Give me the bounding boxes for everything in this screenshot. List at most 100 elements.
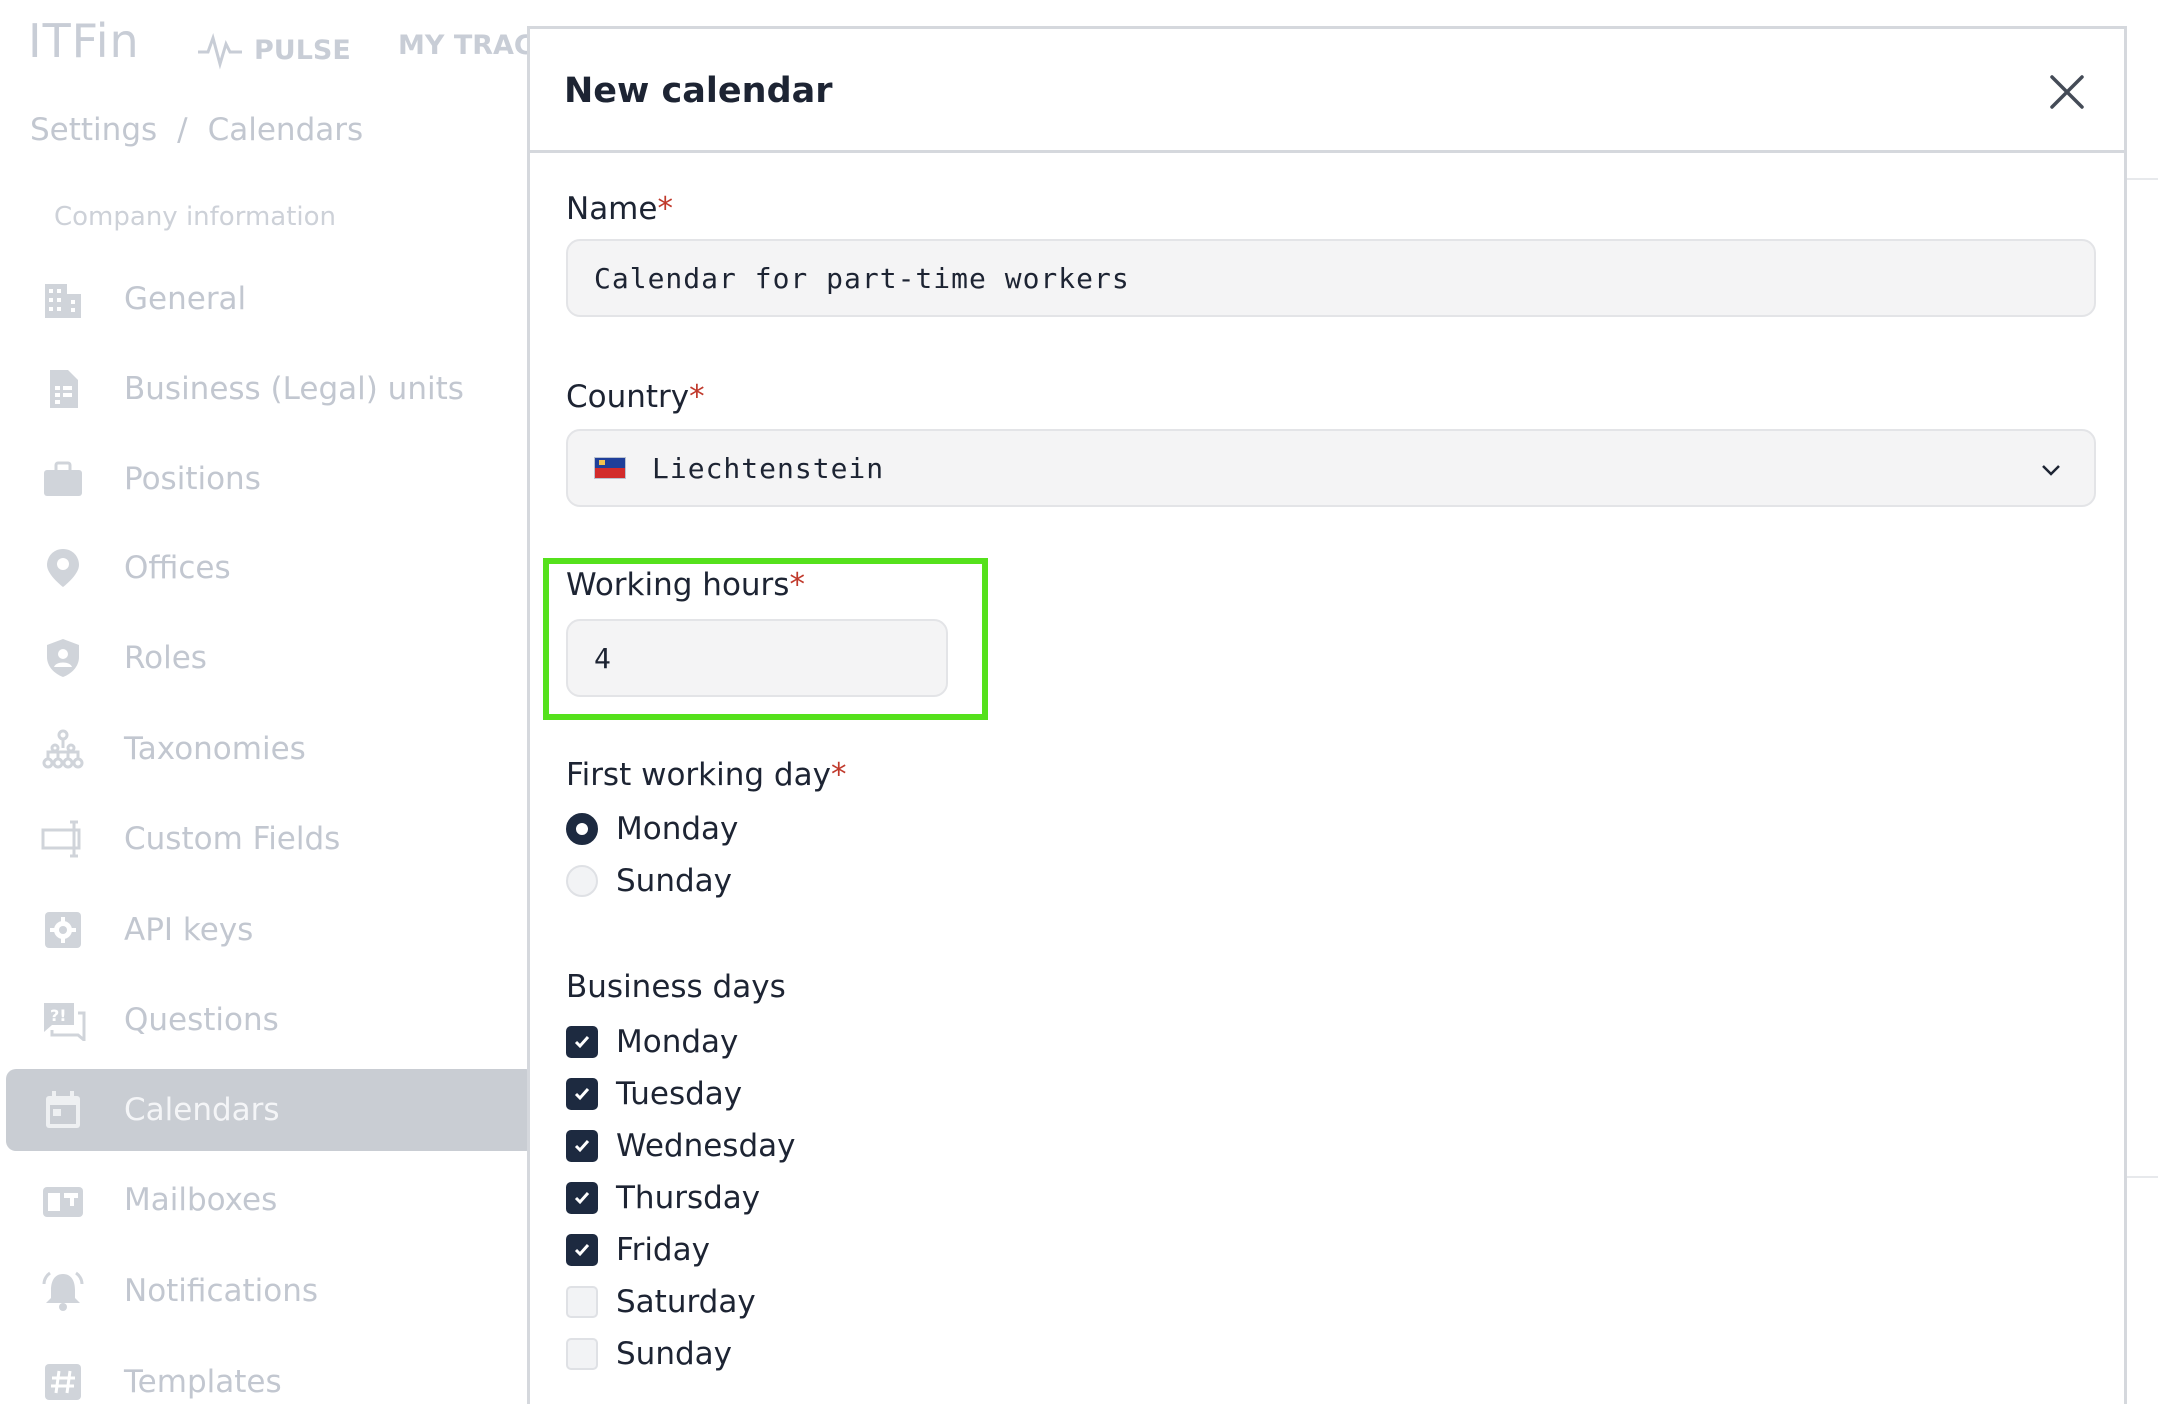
briefcase-icon: [40, 456, 86, 502]
sidebar-item-custom-fields[interactable]: Custom Fields: [6, 798, 536, 880]
close-button[interactable]: [2044, 69, 2090, 115]
sidebar-item-label: Offices: [124, 550, 231, 586]
sidebar-item-label: Calendars: [124, 1092, 280, 1128]
business-days-label: Business days: [566, 969, 786, 1005]
checkbox-label: Monday: [616, 1024, 739, 1060]
checkbox-checked[interactable]: [566, 1130, 598, 1162]
sidebar-item-label: Questions: [124, 1002, 279, 1038]
modal-title: New calendar: [564, 71, 833, 111]
sidebar-item-notifications[interactable]: Notifications: [6, 1250, 536, 1332]
gear-key-icon: [40, 907, 86, 953]
radio-first-day-monday[interactable]: Monday: [566, 809, 738, 849]
sidebar-item-positions[interactable]: Positions: [6, 438, 536, 520]
working-hours-label: Working hours*: [566, 567, 805, 603]
sidebar-item-label: Custom Fields: [124, 821, 341, 857]
required-mark: *: [657, 191, 673, 227]
radio-button-selected[interactable]: [566, 813, 598, 845]
checkbox-sunday[interactable]: Sunday: [566, 1334, 732, 1374]
checkbox-saturday[interactable]: Saturday: [566, 1282, 756, 1322]
document-icon: [40, 366, 86, 412]
sidebar-item-general[interactable]: General: [6, 258, 536, 340]
radio-label: Sunday: [616, 863, 732, 899]
radio-button[interactable]: [566, 865, 598, 897]
checkmark-icon: [574, 1088, 590, 1101]
sidebar-item-label: Taxonomies: [124, 731, 306, 767]
sidebar-item-taxonomies[interactable]: Taxonomies: [6, 708, 536, 790]
chevron-down-icon: [2042, 465, 2060, 476]
liechtenstein-flag-icon: [594, 457, 626, 479]
required-mark: *: [689, 379, 705, 415]
required-mark: *: [830, 757, 847, 793]
hash-icon: [40, 1359, 86, 1404]
checkbox-wednesday[interactable]: Wednesday: [566, 1126, 795, 1166]
sidebar-item-label: Templates: [124, 1364, 282, 1400]
sidebar-item-roles[interactable]: Roles: [6, 617, 536, 699]
sidebar-item-mailboxes[interactable]: Mailboxes: [6, 1159, 536, 1241]
breadcrumb: Settings / Calendars: [30, 112, 363, 148]
checkbox-friday[interactable]: Friday: [566, 1230, 710, 1270]
shield-user-icon: [40, 635, 86, 681]
sidebar-item-label: Mailboxes: [124, 1182, 278, 1218]
required-mark: *: [789, 567, 805, 603]
hierarchy-icon: [40, 726, 86, 772]
checkbox-label: Thursday: [616, 1180, 761, 1216]
sidebar-item-label: Notifications: [124, 1273, 319, 1309]
settings-sidebar: Company information General Business (Le…: [0, 180, 540, 1404]
sidebar-item-label: Business (Legal) units: [124, 371, 464, 407]
svg-text:?!: ?!: [50, 1006, 67, 1025]
checkmark-icon: [574, 1036, 590, 1049]
pulse-icon: [198, 32, 242, 70]
background-divider: [2124, 178, 2158, 180]
checkbox-checked[interactable]: [566, 1026, 598, 1058]
bell-icon: [40, 1268, 86, 1314]
checkmark-icon: [574, 1192, 590, 1205]
radio-first-day-sunday[interactable]: Sunday: [566, 861, 732, 901]
checkbox-checked[interactable]: [566, 1234, 598, 1266]
country-select[interactable]: Liechtenstein: [566, 429, 2096, 507]
sidebar-item-questions[interactable]: ?! Questions: [6, 979, 536, 1061]
name-input[interactable]: Calendar for part-time workers: [566, 239, 2096, 317]
sidebar-item-templates[interactable]: Templates: [6, 1341, 536, 1404]
sidebar-item-business-units[interactable]: Business (Legal) units: [6, 348, 536, 430]
checkbox-unchecked[interactable]: [566, 1338, 598, 1370]
first-working-day-label-text: First working day: [566, 757, 831, 793]
sidebar-item-calendars[interactable]: Calendars: [6, 1069, 536, 1151]
app-logo[interactable]: ITFin: [28, 14, 140, 68]
radio-label: Monday: [616, 811, 739, 847]
checkbox-tuesday[interactable]: Tuesday: [566, 1074, 742, 1114]
sidebar-item-label: Roles: [124, 640, 207, 676]
background-divider: [2124, 1176, 2158, 1178]
checkbox-thursday[interactable]: Thursday: [566, 1178, 760, 1218]
checkmark-icon: [574, 1244, 590, 1257]
custom-field-icon: [40, 816, 86, 862]
sidebar-item-offices[interactable]: Offices: [6, 527, 536, 609]
checkbox-checked[interactable]: [566, 1182, 598, 1214]
nav-pulse[interactable]: PULSE: [196, 30, 351, 70]
sidebar-item-api-keys[interactable]: API keys: [6, 889, 536, 971]
question-chat-icon: ?!: [40, 997, 86, 1043]
checkbox-unchecked[interactable]: [566, 1286, 598, 1318]
mailbox-icon: [40, 1177, 86, 1223]
checkbox-label: Saturday: [616, 1284, 756, 1320]
name-label: Name*: [566, 191, 673, 227]
country-select-value: Liechtenstein: [652, 451, 885, 485]
working-hours-label-text: Working hours: [566, 567, 790, 603]
breadcrumb-settings[interactable]: Settings: [30, 112, 157, 148]
checkbox-label: Sunday: [616, 1336, 732, 1372]
close-icon: [2050, 75, 2084, 109]
checkbox-checked[interactable]: [566, 1078, 598, 1110]
checkmark-icon: [574, 1140, 590, 1153]
building-icon: [40, 276, 86, 322]
calendar-icon: [40, 1087, 86, 1133]
checkbox-label: Wednesday: [616, 1128, 796, 1164]
working-hours-value: 4: [594, 641, 612, 675]
checkbox-label: Tuesday: [616, 1076, 743, 1112]
checkbox-label: Friday: [616, 1232, 710, 1268]
sidebar-item-label: API keys: [124, 912, 254, 948]
checkbox-monday[interactable]: Monday: [566, 1022, 738, 1062]
name-input-value: Calendar for part-time workers: [594, 261, 1130, 295]
sidebar-section-title: Company information: [54, 202, 337, 232]
sidebar-item-label: General: [124, 281, 247, 317]
working-hours-input[interactable]: 4: [566, 619, 948, 697]
nav-pulse-label: PULSE: [254, 34, 351, 66]
